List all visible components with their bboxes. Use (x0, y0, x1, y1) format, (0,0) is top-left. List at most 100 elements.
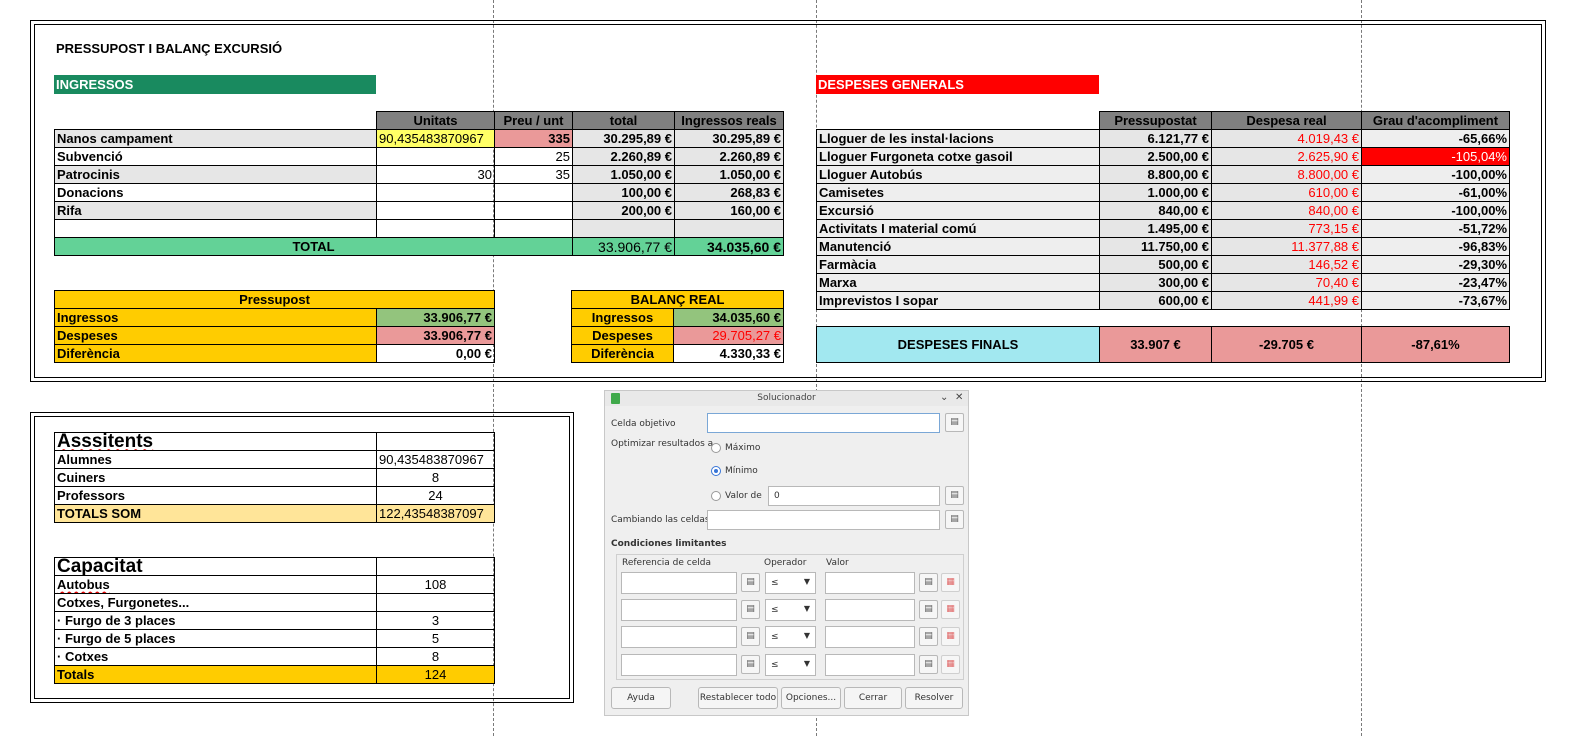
table-cell[interactable]: -96,83% (1361, 237, 1510, 256)
table-cell[interactable]: 8 (376, 647, 495, 666)
delete-row-icon[interactable]: ▦ (941, 655, 960, 674)
row-label[interactable]: Donacions (54, 183, 377, 202)
table-cell[interactable]: -51,72% (1361, 219, 1510, 238)
table-cell[interactable]: 146,52 € (1211, 255, 1362, 274)
table-cell[interactable]: -100,00% (1361, 201, 1510, 220)
table-cell[interactable] (494, 201, 573, 220)
column-header[interactable]: Despesa real (1211, 111, 1362, 130)
row-label[interactable]: Lloguer Autobús (816, 165, 1100, 184)
table-cell[interactable]: 335 (494, 129, 573, 148)
dialog-titlebar[interactable]: Solucionador ⌄ ✕ (605, 391, 968, 406)
row-label[interactable]: Alumnes (54, 450, 377, 469)
final-label[interactable]: DESPESES FINALS (816, 326, 1100, 363)
row-label[interactable]: Camisetes (816, 183, 1100, 202)
table-cell[interactable] (817, 112, 1100, 130)
total-label[interactable]: Totals (54, 665, 377, 684)
constraint-ref-input[interactable] (621, 626, 737, 648)
operator-select[interactable]: ≤ ▼ (765, 654, 816, 676)
table-cell[interactable]: 600,00 € (1099, 291, 1212, 310)
table-cell[interactable] (494, 219, 573, 238)
constraint-value-input[interactable] (825, 572, 915, 594)
shrink-icon[interactable]: ▤ (919, 655, 938, 674)
table-cell[interactable]: -23,47% (1361, 273, 1510, 292)
table-cell[interactable]: 1.000,00 € (1099, 183, 1212, 202)
table-cell[interactable]: 6.121,77 € (1099, 129, 1212, 148)
table-cell[interactable]: 2.625,90 € (1211, 147, 1362, 166)
delete-row-icon[interactable]: ▦ (941, 600, 960, 619)
constraint-ref-input[interactable] (621, 654, 737, 676)
column-header[interactable]: Preu / unt (494, 111, 573, 130)
table-cell[interactable]: 30.295,89 € (572, 129, 675, 148)
shrink-icon[interactable]: ▤ (741, 600, 760, 619)
table-cell[interactable] (494, 183, 573, 202)
table-cell[interactable]: 441,99 € (1211, 291, 1362, 310)
table-cell[interactable]: 90,435483870967 (376, 129, 495, 148)
total-value[interactable]: 124 (376, 665, 495, 684)
shrink-icon[interactable]: ▤ (741, 655, 760, 674)
shrink-icon[interactable]: ▤ (741, 573, 760, 592)
row-label[interactable]: · Furgo de 3 places (54, 611, 377, 630)
row-label[interactable]: · Furgo de 5 places (54, 629, 377, 648)
table-cell[interactable]: -61,00% (1361, 183, 1510, 202)
row-label[interactable]: Nanos campament (54, 129, 377, 148)
total-label[interactable]: TOTAL (54, 237, 573, 256)
ingressos-header[interactable]: INGRESSOS (54, 75, 376, 94)
table-cell[interactable] (674, 219, 784, 238)
changing-cells-input[interactable] (707, 510, 940, 530)
constraint-ref-input[interactable] (621, 572, 737, 594)
row-label[interactable]: Professors (54, 486, 377, 505)
assistents-title[interactable]: Asssitents (54, 432, 377, 451)
shrink-icon[interactable]: ▤ (919, 573, 938, 592)
pressupost-title[interactable]: Pressupost (54, 290, 495, 309)
row-label[interactable]: Autobus (54, 575, 377, 594)
value-input[interactable]: 0 (768, 486, 940, 506)
radio-min[interactable] (711, 466, 721, 476)
final-budget[interactable]: 33.907 € (1099, 326, 1212, 363)
solve-button[interactable]: Resolver (905, 687, 963, 709)
row-label[interactable]: Excursió (816, 201, 1100, 220)
table-cell[interactable]: 1.050,00 € (674, 165, 784, 184)
total-value[interactable]: 33.906,77 € (572, 237, 675, 256)
constraint-value-input[interactable] (825, 599, 915, 621)
table-cell[interactable]: 11.377,88 € (1211, 237, 1362, 256)
final-grade[interactable]: -87,61% (1361, 326, 1510, 363)
table-cell[interactable] (376, 593, 495, 612)
target-cell-input[interactable] (707, 413, 940, 433)
total-label[interactable]: TOTALS SOM (54, 504, 377, 523)
table-cell[interactable]: 3 (376, 611, 495, 630)
capacitat-title[interactable]: Capacitat (54, 557, 377, 576)
table-cell[interactable]: 100,00 € (572, 183, 675, 202)
shrink-icon[interactable]: ▤ (945, 510, 964, 529)
despeses-header[interactable]: DESPESES GENERALS (816, 75, 1099, 94)
table-cell[interactable]: 35 (494, 165, 573, 184)
row-label[interactable]: Ingressos (54, 308, 377, 327)
shrink-icon[interactable]: ▤ (945, 486, 964, 505)
constraint-value-input[interactable] (825, 626, 915, 648)
table-cell[interactable]: 840,00 € (1099, 201, 1212, 220)
table-cell[interactable]: 30 (376, 165, 495, 184)
row-label[interactable]: Lloguer Furgoneta cotxe gasoil (816, 147, 1100, 166)
close-icon[interactable]: ✕ (955, 392, 963, 403)
table-cell[interactable]: 1.495,00 € (1099, 219, 1212, 238)
table-cell[interactable] (376, 183, 495, 202)
column-header[interactable]: Pressupostat (1099, 111, 1212, 130)
table-cell[interactable]: 108 (376, 575, 495, 594)
table-cell[interactable] (572, 219, 675, 238)
table-cell[interactable]: 1.050,00 € (572, 165, 675, 184)
table-cell[interactable]: 30.295,89 € (674, 129, 784, 148)
table-cell[interactable]: 70,40 € (1211, 273, 1362, 292)
table-cell[interactable]: -105,04% (1361, 147, 1510, 166)
help-button[interactable]: Ayuda (611, 687, 671, 709)
delete-row-icon[interactable]: ▦ (941, 627, 960, 646)
row-label[interactable]: Marxa (816, 273, 1100, 292)
table-cell[interactable]: 840,00 € (1211, 201, 1362, 220)
row-label[interactable]: Farmàcia (816, 255, 1100, 274)
row-label[interactable]: Despeses (571, 326, 674, 345)
table-cell[interactable]: 11.750,00 € (1099, 237, 1212, 256)
shrink-icon[interactable]: ▤ (945, 413, 964, 432)
table-cell[interactable]: -100,00% (1361, 165, 1510, 184)
options-button[interactable]: Opciones... (781, 687, 841, 709)
table-cell[interactable]: 8.800,00 € (1099, 165, 1212, 184)
table-cell[interactable] (376, 147, 495, 166)
delete-row-icon[interactable]: ▦ (941, 573, 960, 592)
